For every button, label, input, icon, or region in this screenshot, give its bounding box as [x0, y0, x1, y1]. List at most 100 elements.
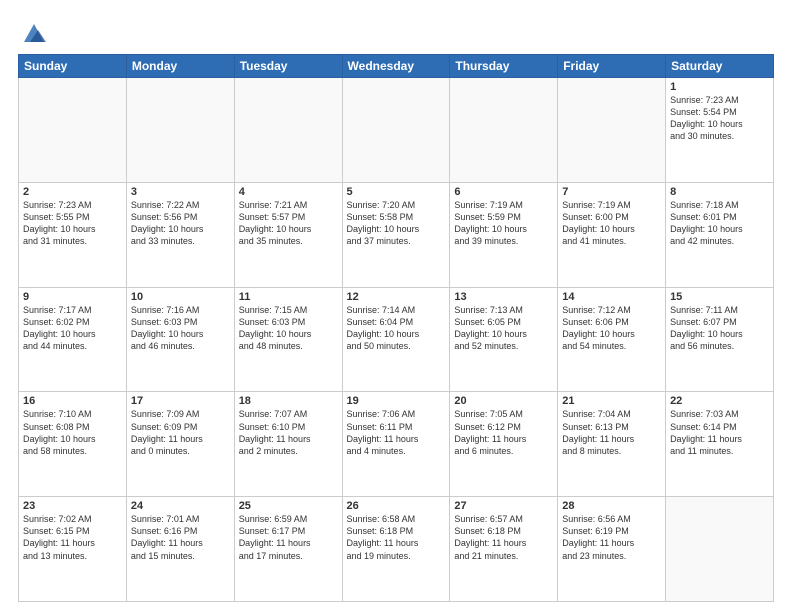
week-row-0: 1Sunrise: 7:23 AM Sunset: 5:54 PM Daylig…: [19, 78, 774, 183]
day-info: Sunrise: 7:17 AM Sunset: 6:02 PM Dayligh…: [23, 304, 122, 353]
day-number: 22: [670, 395, 769, 407]
day-cell-empty-0-5: [558, 78, 666, 183]
day-info: Sunrise: 7:18 AM Sunset: 6:01 PM Dayligh…: [670, 199, 769, 248]
day-info: Sunrise: 7:15 AM Sunset: 6:03 PM Dayligh…: [239, 304, 338, 353]
day-number: 18: [239, 395, 338, 407]
day-cell-3: 3Sunrise: 7:22 AM Sunset: 5:56 PM Daylig…: [126, 182, 234, 287]
week-row-2: 9Sunrise: 7:17 AM Sunset: 6:02 PM Daylig…: [19, 287, 774, 392]
day-info: Sunrise: 7:21 AM Sunset: 5:57 PM Dayligh…: [239, 199, 338, 248]
day-cell-6: 6Sunrise: 7:19 AM Sunset: 5:59 PM Daylig…: [450, 182, 558, 287]
day-info: Sunrise: 7:19 AM Sunset: 5:59 PM Dayligh…: [454, 199, 553, 248]
day-info: Sunrise: 7:05 AM Sunset: 6:12 PM Dayligh…: [454, 408, 553, 457]
day-number: 5: [347, 186, 446, 198]
day-number: 14: [562, 291, 661, 303]
day-number: 13: [454, 291, 553, 303]
day-number: 25: [239, 500, 338, 512]
day-cell-12: 12Sunrise: 7:14 AM Sunset: 6:04 PM Dayli…: [342, 287, 450, 392]
day-number: 4: [239, 186, 338, 198]
day-cell-4: 4Sunrise: 7:21 AM Sunset: 5:57 PM Daylig…: [234, 182, 342, 287]
day-header-saturday: Saturday: [666, 55, 774, 78]
day-cell-15: 15Sunrise: 7:11 AM Sunset: 6:07 PM Dayli…: [666, 287, 774, 392]
day-info: Sunrise: 7:16 AM Sunset: 6:03 PM Dayligh…: [131, 304, 230, 353]
day-info: Sunrise: 7:10 AM Sunset: 6:08 PM Dayligh…: [23, 408, 122, 457]
day-number: 10: [131, 291, 230, 303]
day-cell-16: 16Sunrise: 7:10 AM Sunset: 6:08 PM Dayli…: [19, 392, 127, 497]
day-header-tuesday: Tuesday: [234, 55, 342, 78]
day-header-sunday: Sunday: [19, 55, 127, 78]
day-cell-13: 13Sunrise: 7:13 AM Sunset: 6:05 PM Dayli…: [450, 287, 558, 392]
day-info: Sunrise: 7:22 AM Sunset: 5:56 PM Dayligh…: [131, 199, 230, 248]
day-info: Sunrise: 7:02 AM Sunset: 6:15 PM Dayligh…: [23, 513, 122, 562]
day-number: 23: [23, 500, 122, 512]
calendar: SundayMondayTuesdayWednesdayThursdayFrid…: [18, 54, 774, 602]
day-info: Sunrise: 7:19 AM Sunset: 6:00 PM Dayligh…: [562, 199, 661, 248]
logo-icon: [20, 18, 48, 46]
day-number: 27: [454, 500, 553, 512]
day-number: 20: [454, 395, 553, 407]
day-cell-empty-0-1: [126, 78, 234, 183]
day-info: Sunrise: 7:01 AM Sunset: 6:16 PM Dayligh…: [131, 513, 230, 562]
week-row-4: 23Sunrise: 7:02 AM Sunset: 6:15 PM Dayli…: [19, 497, 774, 602]
day-number: 11: [239, 291, 338, 303]
day-info: Sunrise: 7:13 AM Sunset: 6:05 PM Dayligh…: [454, 304, 553, 353]
day-number: 19: [347, 395, 446, 407]
day-number: 12: [347, 291, 446, 303]
day-cell-26: 26Sunrise: 6:58 AM Sunset: 6:18 PM Dayli…: [342, 497, 450, 602]
day-header-row: SundayMondayTuesdayWednesdayThursdayFrid…: [19, 55, 774, 78]
day-info: Sunrise: 7:23 AM Sunset: 5:55 PM Dayligh…: [23, 199, 122, 248]
day-cell-7: 7Sunrise: 7:19 AM Sunset: 6:00 PM Daylig…: [558, 182, 666, 287]
day-cell-18: 18Sunrise: 7:07 AM Sunset: 6:10 PM Dayli…: [234, 392, 342, 497]
day-number: 17: [131, 395, 230, 407]
day-number: 2: [23, 186, 122, 198]
day-cell-1: 1Sunrise: 7:23 AM Sunset: 5:54 PM Daylig…: [666, 78, 774, 183]
day-info: Sunrise: 6:58 AM Sunset: 6:18 PM Dayligh…: [347, 513, 446, 562]
week-row-1: 2Sunrise: 7:23 AM Sunset: 5:55 PM Daylig…: [19, 182, 774, 287]
day-number: 3: [131, 186, 230, 198]
day-cell-empty-0-2: [234, 78, 342, 183]
day-cell-11: 11Sunrise: 7:15 AM Sunset: 6:03 PM Dayli…: [234, 287, 342, 392]
header: [18, 18, 774, 46]
day-header-monday: Monday: [126, 55, 234, 78]
day-info: Sunrise: 7:06 AM Sunset: 6:11 PM Dayligh…: [347, 408, 446, 457]
day-header-wednesday: Wednesday: [342, 55, 450, 78]
day-cell-10: 10Sunrise: 7:16 AM Sunset: 6:03 PM Dayli…: [126, 287, 234, 392]
day-cell-14: 14Sunrise: 7:12 AM Sunset: 6:06 PM Dayli…: [558, 287, 666, 392]
day-info: Sunrise: 7:12 AM Sunset: 6:06 PM Dayligh…: [562, 304, 661, 353]
day-cell-17: 17Sunrise: 7:09 AM Sunset: 6:09 PM Dayli…: [126, 392, 234, 497]
day-cell-empty-4-6: [666, 497, 774, 602]
logo: [18, 18, 48, 46]
day-cell-25: 25Sunrise: 6:59 AM Sunset: 6:17 PM Dayli…: [234, 497, 342, 602]
day-info: Sunrise: 7:04 AM Sunset: 6:13 PM Dayligh…: [562, 408, 661, 457]
day-cell-empty-0-4: [450, 78, 558, 183]
day-info: Sunrise: 7:03 AM Sunset: 6:14 PM Dayligh…: [670, 408, 769, 457]
day-number: 24: [131, 500, 230, 512]
day-number: 21: [562, 395, 661, 407]
day-cell-empty-0-3: [342, 78, 450, 183]
day-info: Sunrise: 6:56 AM Sunset: 6:19 PM Dayligh…: [562, 513, 661, 562]
day-number: 6: [454, 186, 553, 198]
day-info: Sunrise: 7:20 AM Sunset: 5:58 PM Dayligh…: [347, 199, 446, 248]
day-cell-empty-0-0: [19, 78, 127, 183]
day-cell-19: 19Sunrise: 7:06 AM Sunset: 6:11 PM Dayli…: [342, 392, 450, 497]
week-row-3: 16Sunrise: 7:10 AM Sunset: 6:08 PM Dayli…: [19, 392, 774, 497]
day-cell-20: 20Sunrise: 7:05 AM Sunset: 6:12 PM Dayli…: [450, 392, 558, 497]
day-info: Sunrise: 7:23 AM Sunset: 5:54 PM Dayligh…: [670, 94, 769, 143]
day-header-thursday: Thursday: [450, 55, 558, 78]
day-number: 26: [347, 500, 446, 512]
day-cell-2: 2Sunrise: 7:23 AM Sunset: 5:55 PM Daylig…: [19, 182, 127, 287]
day-cell-27: 27Sunrise: 6:57 AM Sunset: 6:18 PM Dayli…: [450, 497, 558, 602]
day-number: 7: [562, 186, 661, 198]
day-cell-5: 5Sunrise: 7:20 AM Sunset: 5:58 PM Daylig…: [342, 182, 450, 287]
day-cell-9: 9Sunrise: 7:17 AM Sunset: 6:02 PM Daylig…: [19, 287, 127, 392]
day-cell-21: 21Sunrise: 7:04 AM Sunset: 6:13 PM Dayli…: [558, 392, 666, 497]
day-number: 1: [670, 81, 769, 93]
day-number: 8: [670, 186, 769, 198]
day-info: Sunrise: 7:09 AM Sunset: 6:09 PM Dayligh…: [131, 408, 230, 457]
day-info: Sunrise: 6:57 AM Sunset: 6:18 PM Dayligh…: [454, 513, 553, 562]
day-info: Sunrise: 7:07 AM Sunset: 6:10 PM Dayligh…: [239, 408, 338, 457]
day-number: 9: [23, 291, 122, 303]
page: SundayMondayTuesdayWednesdayThursdayFrid…: [0, 0, 792, 612]
day-info: Sunrise: 6:59 AM Sunset: 6:17 PM Dayligh…: [239, 513, 338, 562]
day-cell-8: 8Sunrise: 7:18 AM Sunset: 6:01 PM Daylig…: [666, 182, 774, 287]
day-cell-28: 28Sunrise: 6:56 AM Sunset: 6:19 PM Dayli…: [558, 497, 666, 602]
